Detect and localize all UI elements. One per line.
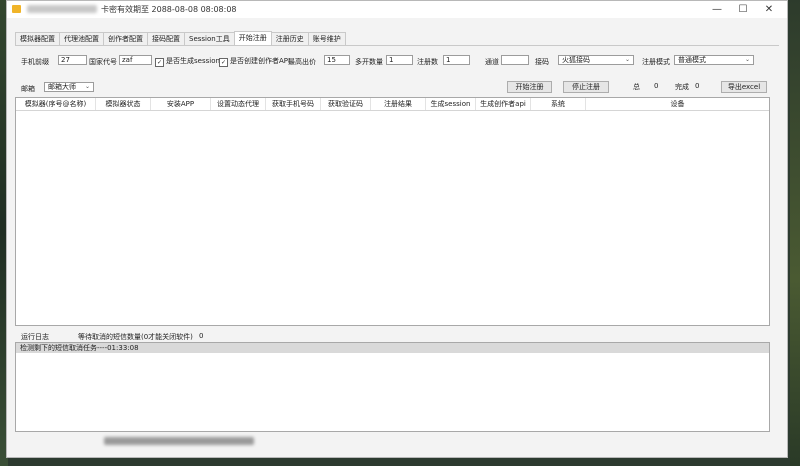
email-label: 邮箱 bbox=[21, 85, 35, 93]
tab-proxy-config[interactable]: 代理池配置 bbox=[59, 32, 104, 45]
multi-count-input[interactable]: 1 bbox=[386, 55, 413, 65]
column-header[interactable]: 安装APP bbox=[151, 98, 211, 110]
tab-sms-config[interactable]: 接码配置 bbox=[147, 32, 185, 45]
create-api-checkbox[interactable]: ✓ 是否创建创作者API bbox=[219, 56, 290, 67]
title-redacted bbox=[27, 5, 97, 13]
channel-input[interactable] bbox=[501, 55, 529, 65]
register-count-input[interactable]: 1 bbox=[443, 55, 470, 65]
table-header: 模拟器(序号@名称) 模拟器状态 安装APP 设置动态代理 获取手机号码 获取验… bbox=[16, 98, 769, 111]
app-window: 卡密有效期至 2088-08-08 08:08:08 — ☐ ✕ 模拟器配置 代… bbox=[6, 0, 788, 458]
tab-register-history[interactable]: 注册历史 bbox=[270, 32, 309, 45]
checkmark-icon: ✓ bbox=[219, 58, 228, 67]
window-title: 卡密有效期至 2088-08-08 08:08:08 bbox=[101, 5, 237, 14]
create-api-label: 是否创建创作者API bbox=[230, 57, 291, 65]
tab-divider bbox=[15, 45, 779, 46]
tab-start-register[interactable]: 开始注册 bbox=[233, 31, 272, 45]
max-bid-input[interactable]: 15 bbox=[324, 55, 350, 65]
register-mode-value: 普通模式 bbox=[678, 56, 706, 64]
email-value: 邮箱大师 bbox=[48, 83, 76, 91]
total-value: 0 bbox=[654, 82, 659, 90]
column-header[interactable]: 获取验证码 bbox=[321, 98, 371, 110]
done-value: 0 bbox=[695, 82, 700, 90]
tab-simulator-config[interactable]: 模拟器配置 bbox=[15, 32, 60, 45]
export-excel-button[interactable]: 导出excel bbox=[721, 81, 767, 93]
column-header[interactable]: 注册结果 bbox=[371, 98, 426, 110]
column-header[interactable]: 设置动态代理 bbox=[211, 98, 266, 110]
country-code-label: 国家代号 bbox=[89, 58, 117, 66]
run-log-label: 运行日志 bbox=[21, 333, 49, 341]
chevron-down-icon: ⌄ bbox=[84, 83, 90, 90]
chevron-down-icon: ⌄ bbox=[624, 56, 630, 63]
minimize-button[interactable]: — bbox=[704, 1, 730, 18]
column-header[interactable]: 模拟器状态 bbox=[96, 98, 151, 110]
start-register-button[interactable]: 开始注册 bbox=[507, 81, 552, 93]
phone-prefix-label: 手机前缀 bbox=[21, 58, 49, 66]
register-mode-select[interactable]: 普通模式 ⌄ bbox=[674, 55, 754, 65]
log-line: 检测剩下的短信取消任务----01:33:08 bbox=[16, 343, 769, 353]
phone-prefix-input[interactable]: 27 bbox=[58, 55, 87, 65]
column-header[interactable]: 模拟器(序号@名称) bbox=[16, 98, 96, 110]
stop-register-button[interactable]: 停止注册 bbox=[563, 81, 609, 93]
column-header[interactable]: 生成创作者api bbox=[476, 98, 531, 110]
desktop-background-right bbox=[790, 0, 800, 466]
close-button[interactable]: ✕ bbox=[756, 1, 782, 18]
chevron-down-icon: ⌄ bbox=[744, 56, 750, 63]
tab-account-maintenance[interactable]: 账号维护 bbox=[307, 32, 346, 45]
total-label: 总 bbox=[633, 83, 640, 91]
email-select[interactable]: 邮箱大师 ⌄ bbox=[44, 82, 94, 92]
sms-provider-value: 火狐接码 bbox=[562, 56, 590, 64]
register-mode-label: 注册模式 bbox=[642, 58, 670, 66]
tab-session-tool[interactable]: Session工具 bbox=[184, 32, 235, 45]
done-label: 完成 bbox=[675, 83, 689, 91]
simulator-table[interactable]: 模拟器(序号@名称) 模拟器状态 安装APP 设置动态代理 获取手机号码 获取验… bbox=[15, 97, 770, 326]
checkmark-icon: ✓ bbox=[155, 58, 164, 67]
column-header[interactable]: 设备 bbox=[586, 98, 769, 110]
gen-session-label: 是否生成session bbox=[166, 57, 220, 65]
tab-creator-config[interactable]: 创作者配置 bbox=[103, 32, 148, 45]
sms-provider-select[interactable]: 火狐接码 ⌄ bbox=[558, 55, 634, 65]
max-bid-label: 最高出价 bbox=[288, 58, 316, 66]
pending-sms-value: 0 bbox=[199, 332, 204, 340]
multi-count-label: 多开数量 bbox=[355, 58, 383, 66]
title-bar[interactable]: 卡密有效期至 2088-08-08 08:08:08 — ☐ ✕ bbox=[7, 1, 787, 18]
pending-sms-label: 等待取消的短信数量(0才能关闭软件) bbox=[78, 333, 193, 341]
column-header[interactable]: 获取手机号码 bbox=[266, 98, 321, 110]
register-count-label: 注册数 bbox=[417, 58, 438, 66]
channel-label: 通道 bbox=[485, 58, 499, 66]
app-icon bbox=[12, 5, 21, 13]
sms-provider-label: 接码 bbox=[535, 58, 549, 66]
tab-bar: 模拟器配置 代理池配置 创作者配置 接码配置 Session工具 开始注册 注册… bbox=[15, 31, 346, 45]
maximize-button[interactable]: ☐ bbox=[730, 1, 756, 18]
log-panel[interactable]: 检测剩下的短信取消任务----01:33:08 bbox=[15, 342, 770, 432]
country-code-input[interactable]: zaf bbox=[119, 55, 152, 65]
column-header[interactable]: 系统 bbox=[531, 98, 586, 110]
footer-redacted bbox=[104, 437, 254, 445]
column-header[interactable]: 生成session bbox=[426, 98, 476, 110]
gen-session-checkbox[interactable]: ✓ 是否生成session bbox=[155, 56, 220, 67]
